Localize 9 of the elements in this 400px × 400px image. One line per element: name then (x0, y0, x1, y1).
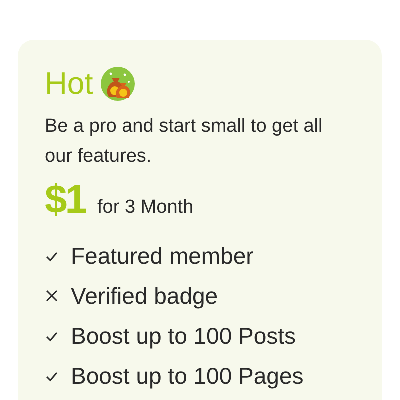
plan-description: Be a pro and start small to get all our features. (45, 115, 324, 169)
feature-label: Verified badge (71, 283, 218, 309)
plan-title: Hot (45, 66, 94, 102)
feature-label: Featured member (71, 243, 254, 269)
feature-label: Boost up to 100 Posts (71, 323, 296, 349)
feature-label: Boost up to 100 Pages (71, 363, 304, 389)
plan-period: for 3 Month (98, 197, 194, 219)
plan-price: $1 (45, 178, 86, 223)
money-bags-icon (101, 67, 136, 101)
